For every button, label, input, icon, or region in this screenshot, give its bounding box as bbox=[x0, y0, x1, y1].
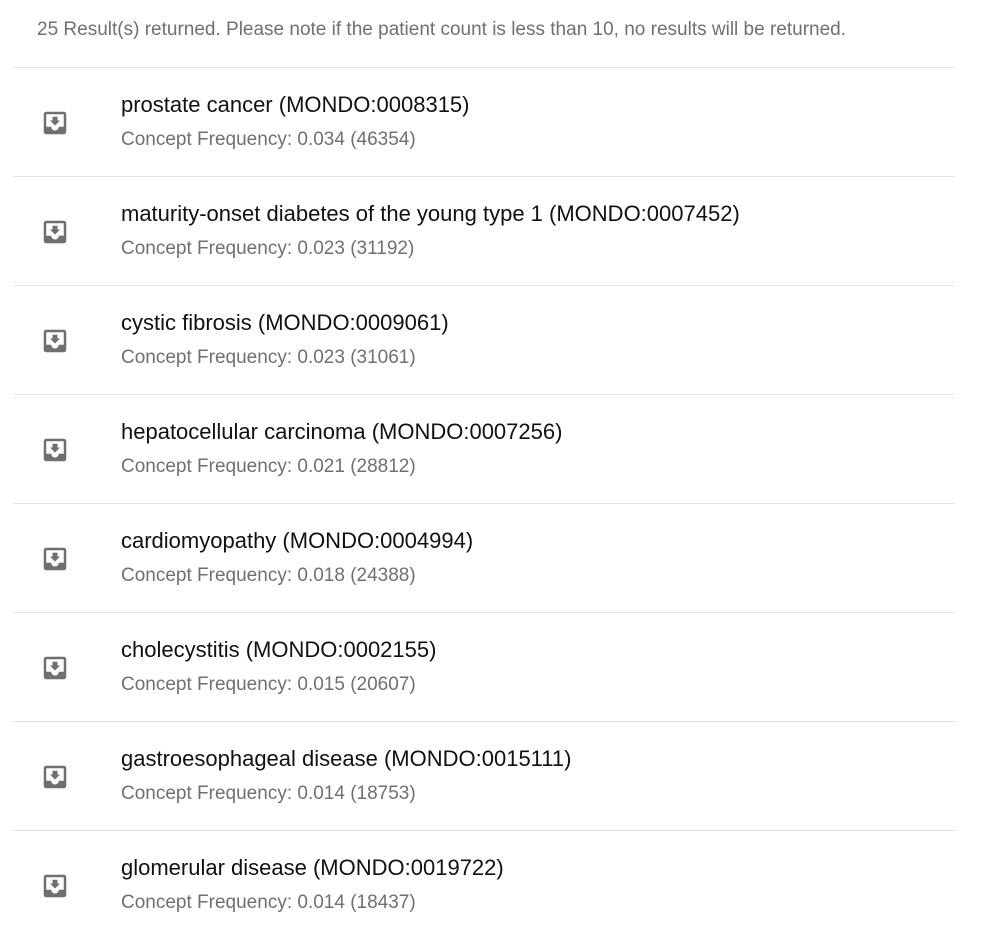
results-list: prostate cancer (MONDO:0008315) Concept … bbox=[13, 67, 955, 939]
result-item[interactable]: cardiomyopathy (MONDO:0004994) Concept F… bbox=[13, 503, 955, 612]
concept-frequency: Concept Frequency: 0.015 (20607) bbox=[121, 674, 416, 695]
move-to-inbox-icon[interactable] bbox=[40, 326, 70, 356]
move-to-inbox-icon[interactable] bbox=[40, 544, 70, 574]
move-to-inbox-icon[interactable] bbox=[40, 762, 70, 792]
result-title[interactable]: maturity-onset diabetes of the young typ… bbox=[121, 201, 740, 227]
move-to-inbox-icon[interactable] bbox=[40, 108, 70, 138]
concept-frequency: Concept Frequency: 0.023 (31192) bbox=[121, 238, 415, 259]
result-title[interactable]: hepatocellular carcinoma (MONDO:0007256) bbox=[121, 419, 562, 445]
concept-frequency: Concept Frequency: 0.014 (18437) bbox=[121, 892, 416, 913]
result-title[interactable]: cystic fibrosis (MONDO:0009061) bbox=[121, 310, 449, 336]
result-item[interactable]: glomerular disease (MONDO:0019722) Conce… bbox=[13, 830, 955, 939]
result-title[interactable]: cholecystitis (MONDO:0002155) bbox=[121, 637, 436, 663]
move-to-inbox-icon[interactable] bbox=[40, 653, 70, 683]
result-title[interactable]: glomerular disease (MONDO:0019722) bbox=[121, 855, 504, 881]
concept-frequency: Concept Frequency: 0.034 (46354) bbox=[121, 129, 416, 150]
move-to-inbox-icon[interactable] bbox=[40, 871, 70, 901]
move-to-inbox-icon[interactable] bbox=[40, 217, 70, 247]
result-item[interactable]: cholecystitis (MONDO:0002155) Concept Fr… bbox=[13, 612, 955, 721]
result-item[interactable]: maturity-onset diabetes of the young typ… bbox=[13, 176, 955, 285]
result-item[interactable]: hepatocellular carcinoma (MONDO:0007256)… bbox=[13, 394, 955, 503]
concept-frequency: Concept Frequency: 0.014 (18753) bbox=[121, 783, 416, 804]
concept-frequency: Concept Frequency: 0.023 (31061) bbox=[121, 347, 416, 368]
concept-frequency: Concept Frequency: 0.021 (28812) bbox=[121, 456, 416, 477]
result-item[interactable]: prostate cancer (MONDO:0008315) Concept … bbox=[13, 67, 955, 176]
results-summary: 25 Result(s) returned. Please note if th… bbox=[37, 19, 847, 40]
result-item[interactable]: gastroesophageal disease (MONDO:0015111)… bbox=[13, 721, 955, 830]
result-title[interactable]: prostate cancer (MONDO:0008315) bbox=[121, 92, 470, 118]
result-title[interactable]: gastroesophageal disease (MONDO:0015111) bbox=[121, 746, 571, 772]
result-title[interactable]: cardiomyopathy (MONDO:0004994) bbox=[121, 528, 473, 554]
move-to-inbox-icon[interactable] bbox=[40, 435, 70, 465]
result-item[interactable]: cystic fibrosis (MONDO:0009061) Concept … bbox=[13, 285, 955, 394]
concept-frequency: Concept Frequency: 0.018 (24388) bbox=[121, 565, 416, 586]
